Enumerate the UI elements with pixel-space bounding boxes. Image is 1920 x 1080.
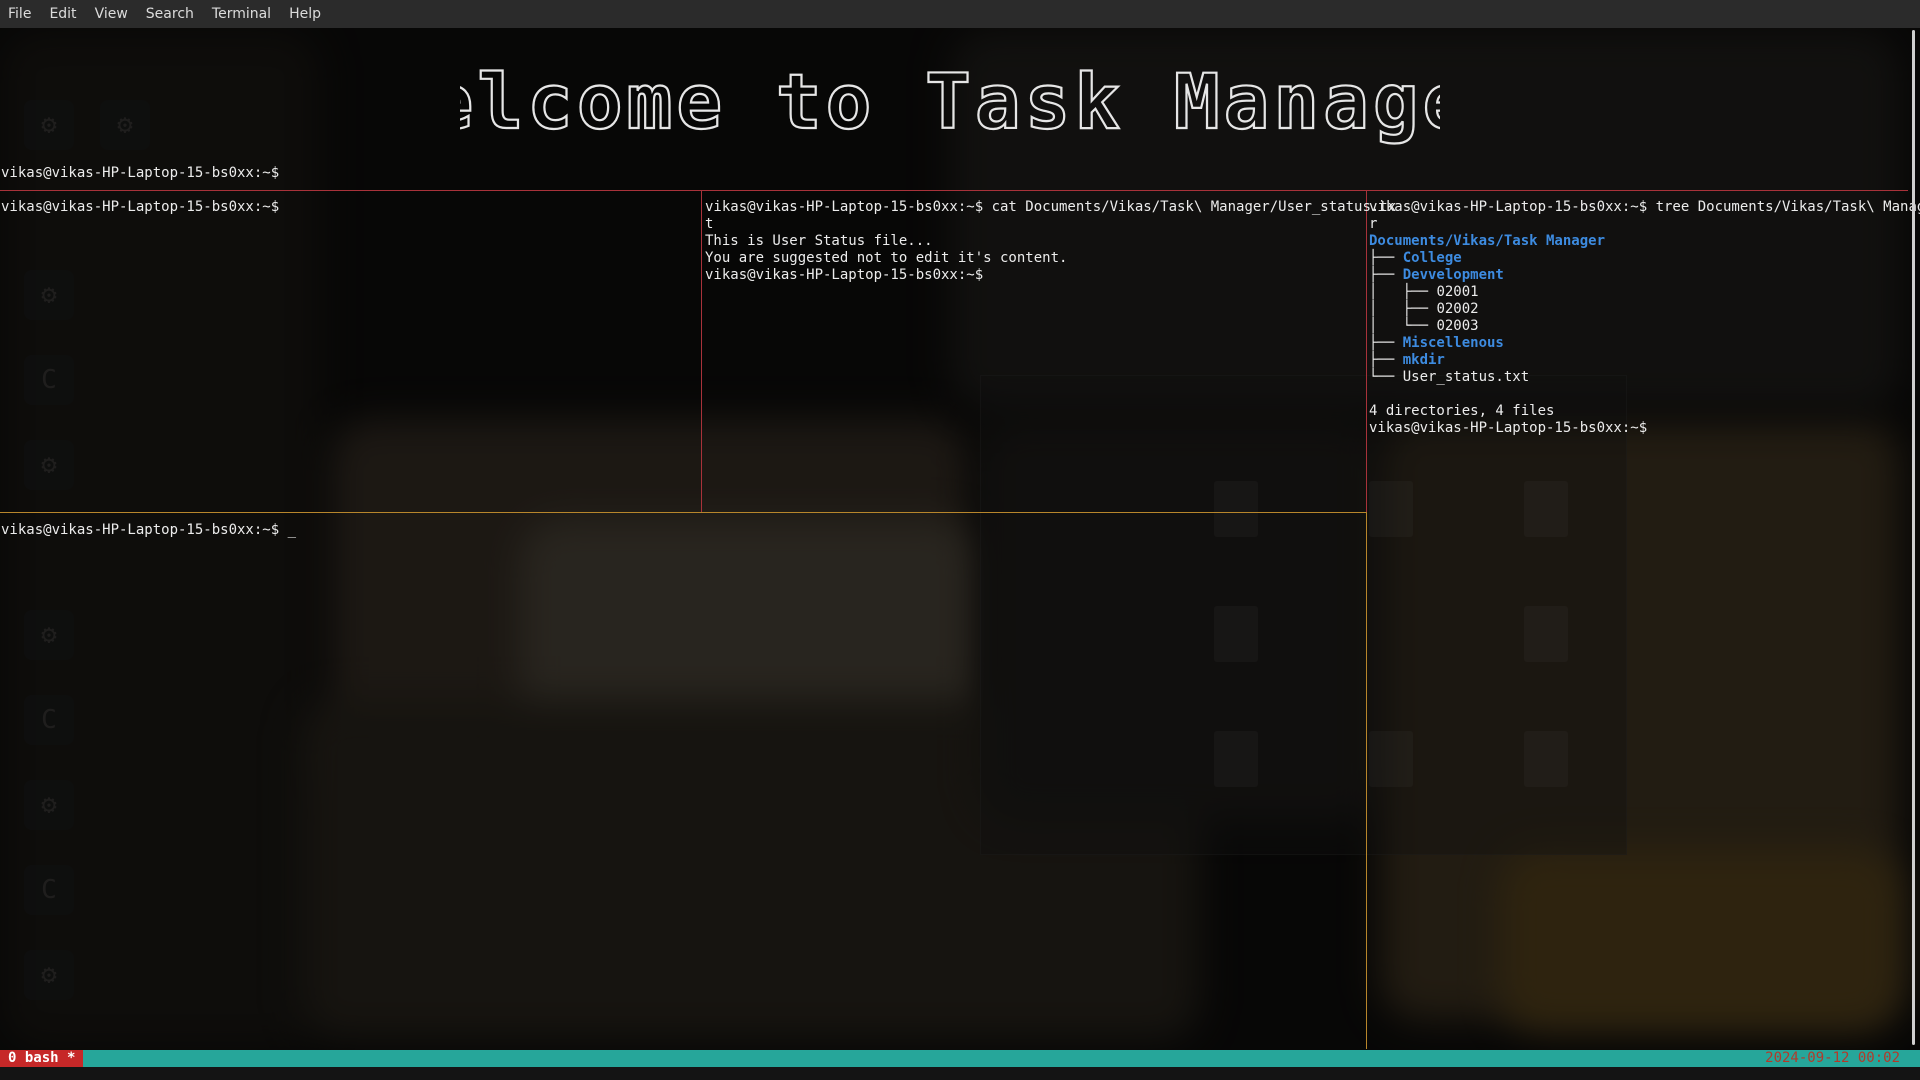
menu-terminal[interactable]: Terminal	[203, 6, 280, 22]
tree-entry-name: Devvelopment	[1402, 267, 1504, 283]
window-indicator[interactable]: 0 bash *	[0, 1050, 84, 1067]
menu-search[interactable]: Search	[137, 6, 203, 22]
tree-branch: │ ├──	[1369, 284, 1437, 300]
tree-branch: │ ├──	[1369, 301, 1437, 317]
welcome-banner-text: Welcome to Task Manager	[460, 57, 1440, 146]
tree-file: │ └── 02003	[1369, 318, 1479, 335]
tree-entry-name: 02002	[1436, 301, 1479, 317]
pane-divider	[0, 512, 1366, 513]
left-pane-prompt[interactable]: vikas@vikas-HP-Laptop-15-bs0xx:~$	[1, 199, 279, 216]
tree-entry-name: 02001	[1436, 284, 1479, 300]
tree-directory: ├── Devvelopment	[1369, 267, 1504, 284]
tree-file: │ ├── 02001	[1369, 284, 1479, 301]
right-pane-command-wrap: r	[1369, 216, 1378, 232]
tree-branch: ├──	[1369, 335, 1403, 351]
tree-file: └── User_status.txt	[1369, 369, 1529, 386]
menu-help[interactable]: Help	[280, 6, 330, 22]
terminal-window[interactable]: Welcome to Task Manager vikas@vikas-HP-L…	[0, 28, 1920, 1050]
tree-entry-name: mkdir	[1402, 352, 1445, 368]
welcome-banner: Welcome to Task Manager	[460, 56, 1440, 147]
menu-file[interactable]: File	[0, 6, 40, 22]
tree-entry-name: 02003	[1436, 318, 1479, 334]
menu-edit[interactable]: Edit	[40, 6, 85, 22]
tree-branch: ├──	[1369, 352, 1403, 368]
tree-file: │ ├── 02002	[1369, 301, 1479, 318]
tree-directory: ├── mkdir	[1369, 352, 1445, 369]
terminal-menubar: File Edit View Search Terminal Help	[0, 0, 1920, 28]
tree-entry-name: User_status.txt	[1402, 369, 1530, 385]
tree-entry-name: Miscellenous	[1402, 335, 1504, 351]
tree-branch: │ └──	[1369, 318, 1437, 334]
middle-pane-command: vikas@vikas-HP-Laptop-15-bs0xx:~$ cat Do…	[705, 199, 1397, 215]
tree-summary: 4 directories, 4 files	[1369, 403, 1555, 419]
tree-root-path: Documents/Vikas/Task Manager	[1369, 233, 1606, 249]
middle-pane-output: This is User Status file...	[705, 233, 933, 249]
middle-pane-output: You are suggested not to edit it's conte…	[705, 250, 1068, 266]
bottom-pane-prompt[interactable]: vikas@vikas-HP-Laptop-15-bs0xx:~$ _	[1, 522, 296, 539]
right-pane-prompt[interactable]: vikas@vikas-HP-Laptop-15-bs0xx:~$	[1369, 420, 1647, 437]
tree-directory: ├── Miscellenous	[1369, 335, 1504, 352]
right-pane-command: vikas@vikas-HP-Laptop-15-bs0xx:~$ tree D…	[1369, 199, 1920, 215]
status-clock: 2024-09-12 00:02	[1765, 1050, 1900, 1066]
tree-branch: ├──	[1369, 250, 1403, 266]
bottom-strip	[0, 1067, 1920, 1080]
scrollbar[interactable]	[1912, 30, 1915, 1045]
tree-entry-name: College	[1402, 250, 1462, 266]
middle-pane-command-wrap: t	[705, 216, 714, 232]
pane-divider	[0, 190, 1908, 191]
pane-divider	[701, 190, 702, 512]
tree-branch: ├──	[1369, 267, 1403, 283]
pane-divider	[1366, 512, 1367, 1049]
pane-divider	[1366, 190, 1367, 512]
top-pane-prompt[interactable]: vikas@vikas-HP-Laptop-15-bs0xx:~$	[1, 165, 279, 182]
middle-pane-prompt[interactable]: vikas@vikas-HP-Laptop-15-bs0xx:~$	[705, 267, 983, 284]
tree-directory: ├── College	[1369, 250, 1462, 267]
tree-branch: └──	[1369, 369, 1403, 385]
tmux-status-bar: 0 bash * 2024-09-12 00:02	[0, 1050, 1920, 1067]
menu-view[interactable]: View	[86, 6, 137, 22]
